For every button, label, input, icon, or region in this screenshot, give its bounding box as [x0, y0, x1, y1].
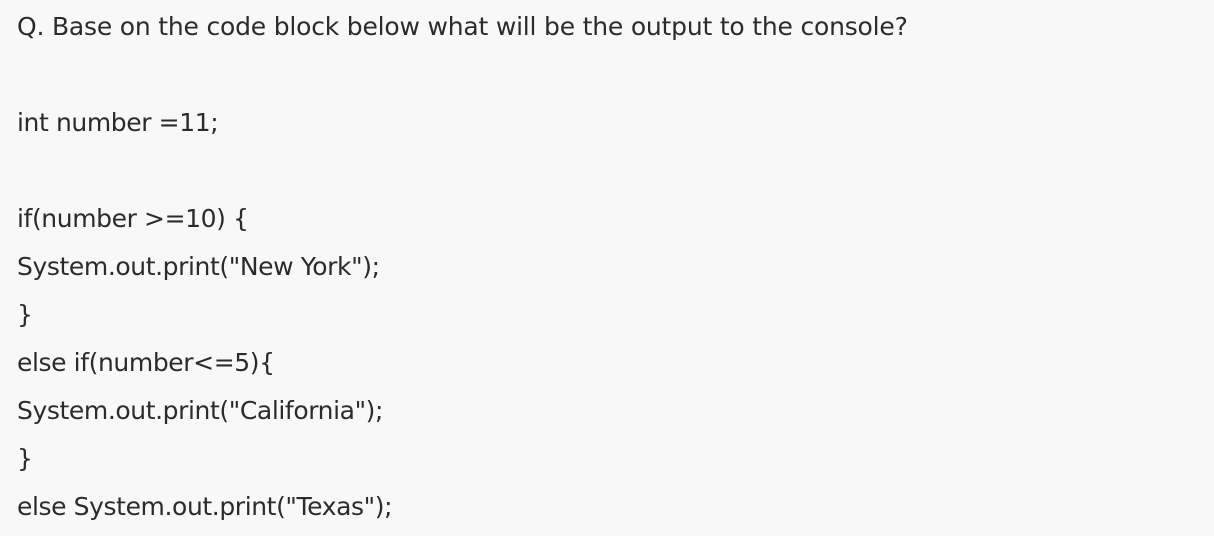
question-page: Q. Base on the code block below what wil…: [0, 0, 1214, 536]
code-line-close-if: }: [17, 300, 33, 329]
code-line-else-if-condition: else if(number<=5){: [17, 348, 275, 377]
code-line-else-print-texas: else System.out.print("Texas");: [17, 492, 393, 521]
code-line-print-new-york: System.out.print("New York");: [17, 252, 380, 281]
code-line-variable-declaration: int number =11;: [17, 108, 219, 137]
question-text: Q. Base on the code block below what wil…: [17, 12, 908, 41]
code-line-close-else-if: }: [17, 444, 33, 473]
code-line-print-california: System.out.print("California");: [17, 396, 384, 425]
code-line-if-condition: if(number >=10) {: [17, 204, 249, 233]
